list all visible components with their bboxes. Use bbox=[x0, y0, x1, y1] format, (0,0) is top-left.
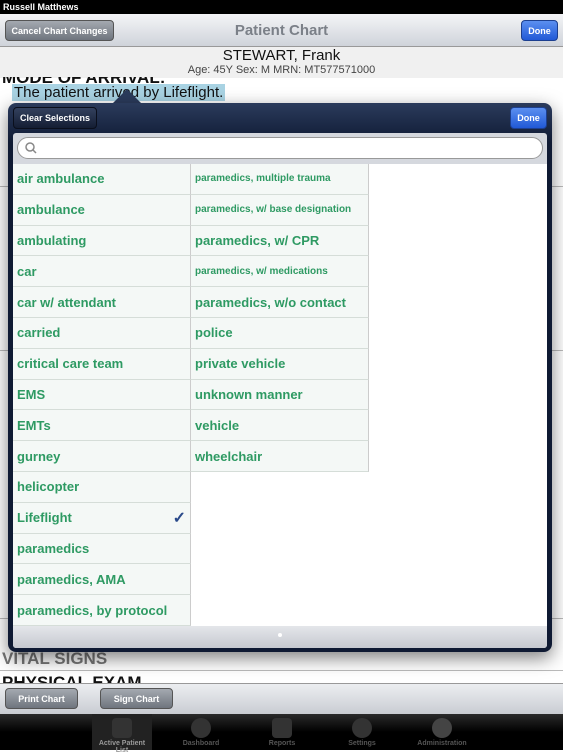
option-item[interactable]: paramedics bbox=[13, 533, 191, 565]
patient-header: STEWART, Frank Age: 45Y Sex: M MRN: MT57… bbox=[0, 47, 563, 78]
options-column-2: paramedics, multiple trauma paramedics, w… bbox=[191, 164, 369, 472]
tab-active-patient-list[interactable]: Active Patient List bbox=[92, 714, 152, 754]
option-label: EMS bbox=[17, 386, 46, 402]
options-table: air ambulance ambulance ambulating car car w… bbox=[13, 164, 547, 626]
patient-info: Age: 45Y Sex: M MRN: MT577571000 bbox=[187, 64, 376, 76]
option-label: wheelchair bbox=[195, 448, 263, 464]
option-label: paramedics bbox=[17, 540, 90, 556]
search-icon bbox=[25, 142, 37, 154]
option-label: ambulance bbox=[17, 202, 85, 218]
option-label: unknown manner bbox=[195, 386, 303, 402]
option-label: paramedics, w/o contact bbox=[195, 294, 346, 310]
tab-settings[interactable]: Settings bbox=[332, 714, 392, 750]
selection-popover: Clear Selections Done air ambulance ambul… bbox=[8, 103, 552, 652]
print-chart-button[interactable]: Print Chart bbox=[5, 688, 78, 709]
dashboard-icon bbox=[191, 718, 211, 738]
option-label: air ambulance bbox=[17, 171, 105, 187]
page-title: Patient Chart bbox=[234, 22, 329, 39]
tab-dashboard[interactable]: Dashboard bbox=[171, 714, 231, 750]
option-label: car bbox=[17, 263, 37, 279]
option-item[interactable]: paramedics, w/o contact bbox=[191, 287, 369, 318]
search-input[interactable] bbox=[17, 137, 543, 159]
done-button[interactable]: Done bbox=[521, 20, 558, 41]
option-label: EMTs bbox=[17, 417, 51, 433]
settings-icon bbox=[352, 718, 372, 738]
status-bar: Russell Matthews bbox=[0, 0, 563, 14]
option-label: paramedics, multiple trauma bbox=[195, 173, 331, 185]
tab-bar: Active Patient List Dashboard Reports Se… bbox=[0, 714, 563, 754]
option-label: car w/ attendant bbox=[17, 294, 116, 310]
option-label: paramedics, w/ base designation bbox=[195, 204, 352, 216]
vital-signs-heading[interactable]: VITAL SIGNS bbox=[2, 649, 107, 669]
options-column-1: air ambulance ambulance ambulating car car w… bbox=[13, 164, 191, 626]
tab-reports[interactable]: Reports bbox=[252, 714, 312, 750]
sign-chart-button[interactable]: Sign Chart bbox=[100, 688, 173, 709]
checkmark-icon: ✓ bbox=[172, 509, 186, 527]
option-item[interactable]: car w/ attendant bbox=[13, 287, 191, 318]
gear-icon bbox=[432, 718, 452, 738]
nav-bar: Cancel Chart Changes Patient Chart Done bbox=[0, 14, 563, 47]
tab-administration[interactable]: Administration bbox=[412, 714, 472, 750]
reports-icon bbox=[272, 718, 292, 738]
option-label: ambulating bbox=[17, 232, 87, 248]
physical-exam-heading[interactable]: PHYSICAL EXAM bbox=[2, 673, 142, 683]
option-item[interactable]: wheelchair bbox=[191, 441, 369, 472]
popover-done-button[interactable]: Done bbox=[510, 107, 547, 129]
option-label: paramedics, by protocol bbox=[17, 602, 168, 618]
option-item[interactable]: gurney bbox=[13, 441, 191, 472]
option-item[interactable]: critical care team bbox=[13, 348, 191, 380]
option-item[interactable]: ambulating bbox=[13, 225, 191, 257]
bottom-toolbar: Print Chart Sign Chart bbox=[0, 683, 563, 714]
option-label: paramedics, AMA bbox=[17, 571, 126, 587]
option-item[interactable]: private vehicle bbox=[191, 348, 369, 380]
user-name: Russell Matthews bbox=[3, 2, 79, 12]
option-item[interactable]: police bbox=[191, 317, 369, 349]
option-item[interactable]: EMS bbox=[13, 379, 191, 411]
option-label: Lifeflight bbox=[17, 510, 72, 526]
option-label: carried bbox=[17, 325, 61, 341]
option-item[interactable]: paramedics, multiple trauma bbox=[191, 164, 369, 195]
option-item[interactable]: paramedics, w/ base designation bbox=[191, 194, 369, 226]
clear-selections-button[interactable]: Clear Selections bbox=[13, 107, 97, 129]
option-item[interactable]: car bbox=[13, 256, 191, 288]
option-item[interactable]: Lifeflight ✓ bbox=[13, 502, 191, 534]
option-item[interactable]: carried bbox=[13, 317, 191, 349]
option-item[interactable]: vehicle bbox=[191, 410, 369, 442]
option-item[interactable]: paramedics, AMA bbox=[13, 564, 191, 596]
page-dot[interactable] bbox=[278, 633, 282, 637]
option-item[interactable]: EMTs bbox=[13, 410, 191, 442]
option-item[interactable]: unknown manner bbox=[191, 379, 369, 411]
option-label: private vehicle bbox=[195, 356, 286, 372]
option-item[interactable]: helicopter bbox=[13, 471, 191, 503]
option-label: gurney bbox=[17, 448, 61, 464]
option-label: helicopter bbox=[17, 479, 80, 495]
popover-arrow bbox=[113, 89, 141, 103]
option-item[interactable]: air ambulance bbox=[13, 164, 191, 195]
option-label: paramedics, w/ medications bbox=[195, 265, 328, 277]
option-item[interactable]: paramedics, w/ CPR bbox=[191, 225, 369, 257]
page-indicator bbox=[13, 626, 547, 648]
option-label: police bbox=[195, 325, 233, 341]
option-label: paramedics, w/ CPR bbox=[195, 232, 320, 248]
option-label: vehicle bbox=[195, 417, 240, 433]
option-item[interactable]: paramedics, by protocol bbox=[13, 595, 191, 626]
patient-name: STEWART, Frank bbox=[222, 47, 341, 64]
patient-list-icon bbox=[112, 718, 132, 738]
option-item[interactable]: ambulance bbox=[13, 194, 191, 226]
option-label: critical care team bbox=[17, 356, 124, 372]
option-item[interactable]: paramedics, w/ medications bbox=[191, 256, 369, 288]
